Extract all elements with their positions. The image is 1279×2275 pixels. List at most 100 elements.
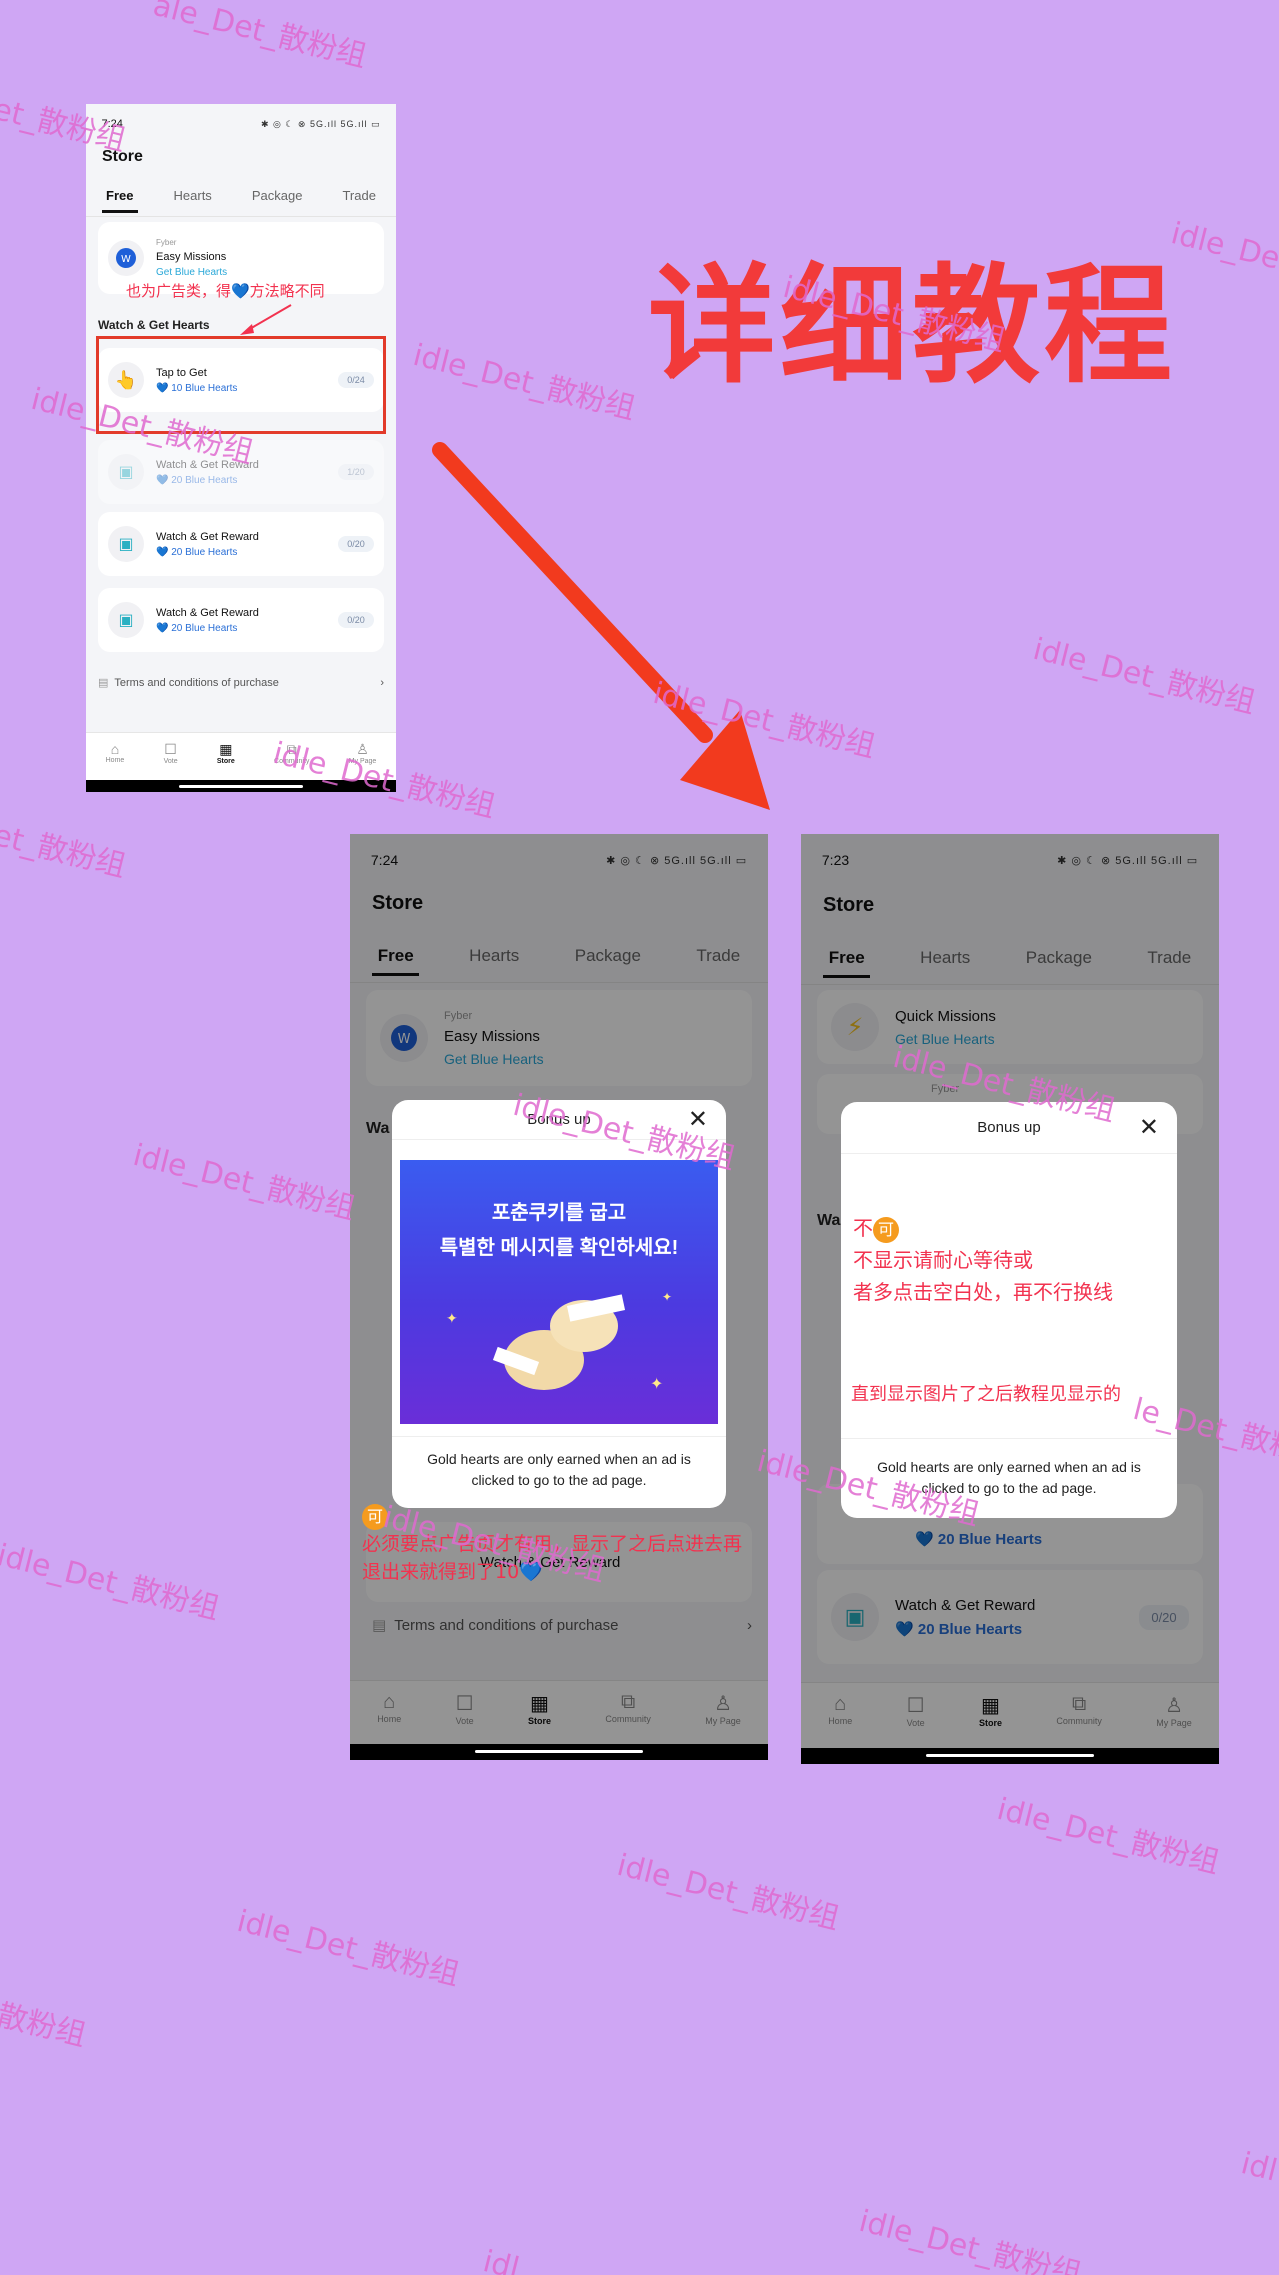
get-blue-hearts-link[interactable]: Get Blue Hearts [156, 267, 374, 278]
profile-icon: ♙ [356, 741, 369, 757]
home-icon: ⌂ [110, 741, 120, 757]
close-icon[interactable]: ✕ [1139, 1102, 1159, 1154]
item-reward: 💙 20 Blue Hearts [156, 622, 238, 634]
tab-hearts[interactable]: Hearts [174, 188, 212, 203]
watermark: idle_Det_散粉组 [613, 1847, 843, 1937]
watermark: 散粉组 [0, 1997, 90, 2054]
nav-vote[interactable]: ☐ Vote [164, 741, 178, 780]
tab-trade[interactable]: Trade [342, 188, 375, 203]
reward-text: 20 Blue Hearts [171, 474, 238, 486]
watermark: idle_Det_散粉组 [233, 1903, 463, 1993]
home-indicator [86, 780, 396, 792]
annotation-mark: 可 [362, 1503, 388, 1530]
document-icon: ▤ [98, 677, 109, 689]
status-bar: 7:24 ✱ ◎ ☾ ⊗ 5G.ıll 5G.ıll ▭ [86, 112, 396, 136]
modal-header: Bonus up ✕ [392, 1100, 726, 1140]
annotation-wait-tip: 不可 不显示请耐心等待或 者多点击空白处，再不行换线 [853, 1212, 1173, 1308]
watermark: idle_Det_散粉组 [129, 1137, 359, 1227]
item-count: 0/20 [338, 612, 374, 628]
chevron-right-icon: › [380, 676, 384, 689]
modal-header: Bonus up ✕ [841, 1102, 1177, 1154]
watermark: idle_Det_散粉组 [855, 2203, 1085, 2275]
nav-my-page[interactable]: ♙ My Page [349, 741, 377, 780]
modal-title: Bonus up [977, 1119, 1041, 1136]
item-title: Watch & Get Reward [156, 458, 259, 471]
item-count: 0/20 [338, 536, 374, 552]
red-arrow-icon [432, 442, 770, 810]
nav-label: Community [274, 758, 310, 765]
item-count: 1/20 [338, 464, 374, 480]
annotation-arrow-icon [240, 304, 292, 335]
watermark: idle_De [1167, 216, 1279, 277]
watermark: ale_Det_散粉组 [149, 0, 371, 75]
fyber-logo-icon: W [108, 240, 144, 276]
watch-reward-card-disabled[interactable]: ▣ Watch & Get Reward 💙 20 Blue Hearts 1/… [98, 440, 384, 504]
tv-icon: ▣ [108, 454, 144, 490]
terms-label: Terms and conditions of purchase [114, 676, 279, 689]
annotation-line1: 不显示请耐心等待或 [853, 1248, 1033, 1272]
close-icon[interactable]: ✕ [688, 1100, 708, 1140]
section-title: Watch & Get Hearts [98, 318, 210, 332]
status-icons: ✱ ◎ ☾ ⊗ 5G.ıll 5G.ıll ▭ [260, 118, 381, 129]
watermark: idle_Det_散粉组 [993, 1791, 1223, 1881]
watch-reward-card[interactable]: ▣ Watch & Get Reward 💙 20 Blue Hearts 0/… [98, 512, 384, 576]
item-reward: 💙 20 Blue Hearts [156, 474, 238, 486]
bottom-nav: ⌂ Home ☐ Vote ▦ Store ⧉ Community ♙ My Page [86, 732, 396, 780]
annotation-text: 必须要点广告页才有用，显示了之后点进去再退出来就得到了10💙 [362, 1533, 743, 1583]
terms-row[interactable]: ▤ Terms and conditions of purchase › [98, 676, 384, 690]
watermark: idl [1237, 2146, 1279, 2189]
item-title: Watch & Get Reward [156, 530, 259, 543]
item-reward: 💙 20 Blue Hearts [156, 546, 238, 558]
ad-text-line2: 특별한 메시지를 확인하세요! [439, 1237, 679, 1259]
missions-title: Easy Missions [156, 251, 227, 263]
home-indicator [350, 1744, 768, 1760]
vote-icon: ☐ [164, 741, 177, 757]
modal-footer-text: Gold hearts are only earned when an ad i… [841, 1438, 1177, 1517]
nav-label: Home [105, 757, 125, 764]
ad-image[interactable]: 포춘쿠키를 굽고 특별한 메시지를 확인하세요! ✦ ✦ ✦ [400, 1160, 718, 1424]
ad-text-line1: 포춘쿠키를 굽고 [491, 1202, 627, 1224]
nav-label: Vote [163, 758, 178, 765]
community-icon: ⧉ [286, 741, 297, 757]
watermark: idle_Det_散粉组 [1029, 631, 1259, 721]
sparkle-icon: ✦ [446, 1310, 458, 1326]
bonus-up-modal: Bonus up ✕ 포춘쿠키를 굽고 특별한 메시지를 확인하세요! ✦ ✦ … [392, 1100, 726, 1508]
watch-reward-card[interactable]: ▣ Watch & Get Reward 💙 20 Blue Hearts 0/… [98, 588, 384, 652]
watermark: et_散粉组 [0, 817, 130, 885]
nav-store[interactable]: ▦ Store [217, 741, 235, 780]
nav-label: My Page [348, 758, 377, 765]
svg-text:W: W [121, 254, 131, 265]
annotation-ad-type: 也为广告类，得💙方法略不同 [126, 282, 325, 300]
fortune-cookie-icon [492, 1294, 626, 1390]
watermark: idle_Det_散粉组 [409, 337, 639, 427]
tab-package[interactable]: Package [252, 188, 303, 203]
sparkle-icon: ✦ [650, 1376, 664, 1393]
item-title: Watch & Get Reward [156, 606, 259, 619]
nav-label: Store [216, 758, 235, 765]
sparkle-icon: ✦ [662, 1290, 673, 1304]
page-title: Store [102, 148, 143, 165]
home-indicator [801, 1748, 1219, 1764]
phone-screenshot-3: 7:23 ✱ ◎ ☾ ⊗ 5G.ıll 5G.ıll ▭ Store Free … [801, 834, 1219, 1764]
store-icon: ▦ [219, 741, 233, 757]
phone-screenshot-2: 7:24 ✱ ◎ ☾ ⊗ 5G.ıll 5G.ıll ▭ Store Free … [350, 834, 768, 1760]
status-time: 7:24 [101, 118, 123, 130]
annotation-mark: 可 [873, 1216, 899, 1243]
nav-community[interactable]: ⧉ Community [274, 741, 309, 780]
annotation-mark-prefix: 不 [853, 1216, 873, 1240]
provider-label: Fyber [156, 238, 177, 247]
modal-title: Bonus up [527, 1111, 591, 1128]
tv-icon: ▣ [108, 602, 144, 638]
bonus-up-modal: Bonus up ✕ 不可 不显示请耐心等待或 者多点击空白处，再不行换线 直到… [841, 1102, 1177, 1518]
annotation-after-image: 直到显示图片了之后教程见显示的 [851, 1384, 1121, 1405]
nav-home[interactable]: ⌂ Home [106, 741, 125, 780]
annotation-line2: 者多点击空白处，再不行换线 [853, 1280, 1113, 1304]
tutorial-headline: 详细教程 [648, 252, 1177, 401]
tab-free[interactable]: Free [101, 188, 139, 213]
watermark: idl [479, 2244, 523, 2275]
tv-icon: ▣ [108, 526, 144, 562]
store-tabs: Free Hearts Package Trade [86, 188, 396, 213]
reward-text: 20 Blue Hearts [171, 546, 238, 558]
annotation-must-click-ad: 可 必须要点广告页才有用，显示了之后点进去再退出来就得到了10💙 [362, 1502, 758, 1586]
reward-text: 20 Blue Hearts [171, 622, 238, 634]
